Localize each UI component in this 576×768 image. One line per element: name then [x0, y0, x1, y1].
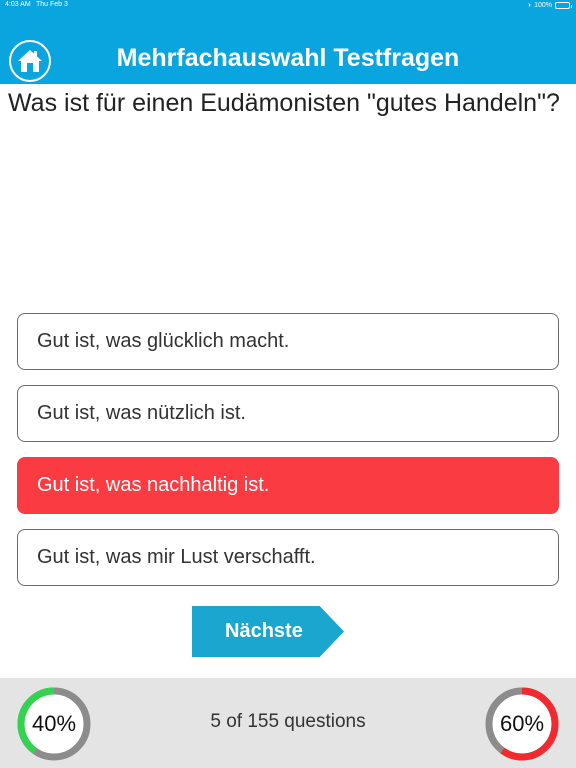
- status-bar: 4:03 AM Thu Feb 3 ◑ 100%: [0, 0, 576, 12]
- footer-bar: 40% 5 of 155 questions 60%: [0, 678, 576, 768]
- wifi-icon: ◑: [526, 2, 532, 9]
- battery-percent: 100%: [534, 2, 552, 9]
- answer-option-3[interactable]: Gut ist, was nachhaltig ist.: [17, 457, 559, 514]
- page-title: Mehrfachauswahl Testfragen: [116, 44, 460, 72]
- answer-option-4[interactable]: Gut ist, was mir Lust verschafft.: [17, 529, 559, 586]
- wrong-percent-label: 60%: [499, 711, 545, 736]
- battery-icon: [555, 2, 572, 9]
- wrong-percent-gauge: 60%: [484, 686, 560, 762]
- question-text: Was ist für einen Eudämonisten "gutes Ha…: [8, 89, 560, 117]
- status-date: Thu Feb 3: [36, 1, 68, 8]
- answer-option-2[interactable]: Gut ist, was nützlich ist.: [17, 385, 559, 442]
- next-button[interactable]: Nächste: [192, 606, 344, 657]
- app-header: Mehrfachauswahl Testfragen: [0, 12, 576, 84]
- status-right: ◑ 100%: [526, 1, 572, 10]
- answer-option-1[interactable]: Gut ist, was glücklich macht.: [17, 313, 559, 370]
- status-time: 4:03 AM: [5, 1, 31, 8]
